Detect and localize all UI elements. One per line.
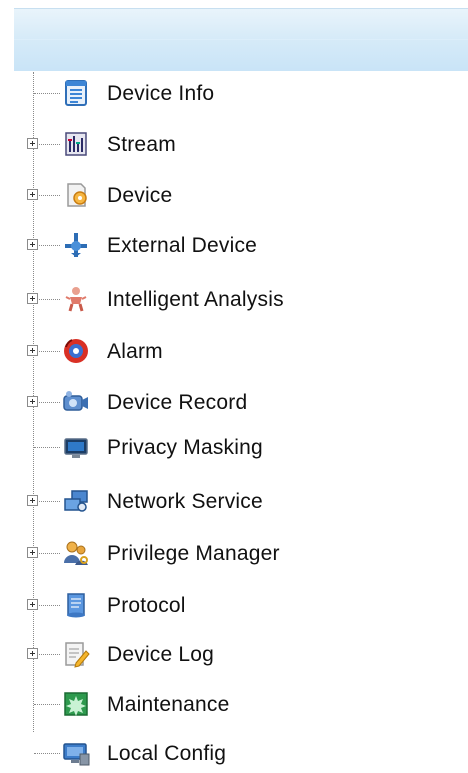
expand-icon[interactable] xyxy=(27,547,38,558)
expand-icon[interactable] xyxy=(27,599,38,610)
log-pencil-icon xyxy=(62,640,90,668)
tree-item-local-config[interactable]: Local Config xyxy=(0,733,468,773)
tree-item-stream[interactable]: Stream xyxy=(0,124,468,164)
settings-tree: Device Info Stream Device External Devic… xyxy=(0,0,468,771)
document-icon xyxy=(62,79,90,107)
tree-item-label: Device Record xyxy=(107,391,248,414)
expand-icon[interactable] xyxy=(27,293,38,304)
alarm-icon xyxy=(62,337,90,365)
stream-icon xyxy=(62,130,90,158)
tree-item-device-record[interactable]: Device Record xyxy=(0,382,468,422)
tree-branch-line xyxy=(34,447,60,448)
tree-item-label: Protocol xyxy=(107,594,186,617)
tree-item-label: Network Service xyxy=(107,490,263,513)
tree-item-label: Privilege Manager xyxy=(107,542,280,565)
users-key-icon xyxy=(62,539,90,567)
tree-item-intelligent-analysis[interactable]: Intelligent Analysis xyxy=(0,279,468,319)
expand-icon[interactable] xyxy=(27,495,38,506)
tree-item-label: Device Log xyxy=(107,643,215,666)
intelligent-analysis-icon xyxy=(62,285,90,313)
computer-icon xyxy=(62,739,90,767)
tree-item-privacy-masking[interactable]: Privacy Masking xyxy=(0,427,468,467)
expand-icon[interactable] xyxy=(27,189,38,200)
device-config-icon xyxy=(62,181,90,209)
tree-item-device-info[interactable]: Device Info xyxy=(0,73,468,113)
expand-icon[interactable] xyxy=(27,396,38,407)
tree-item-maintenance[interactable]: Maintenance xyxy=(0,684,468,724)
tree-item-external-device[interactable]: External Device xyxy=(0,225,468,265)
tree-item-label: Local Config xyxy=(107,742,227,765)
tree-item-label: Stream xyxy=(107,133,176,156)
expand-icon[interactable] xyxy=(27,138,38,149)
tree-item-label: Device xyxy=(107,184,173,207)
expand-icon[interactable] xyxy=(27,345,38,356)
tree-item-label: Privacy Masking xyxy=(107,436,263,459)
tree-branch-line xyxy=(34,704,60,705)
tree-item-label: External Device xyxy=(107,234,258,257)
tree-branch-line xyxy=(34,753,60,754)
tree-item-device-log[interactable]: Device Log xyxy=(0,634,468,674)
scroll-icon xyxy=(62,591,90,619)
expand-icon[interactable] xyxy=(27,239,38,250)
expand-icon[interactable] xyxy=(27,648,38,659)
tree-item-label: Device Info xyxy=(107,82,215,105)
tree-item-label: Intelligent Analysis xyxy=(107,288,284,311)
camera-record-icon xyxy=(62,388,90,416)
tree-branch-line xyxy=(34,93,60,94)
network-icon xyxy=(62,487,90,515)
tree-item-label: Alarm xyxy=(107,340,163,363)
tree-item-protocol[interactable]: Protocol xyxy=(0,585,468,625)
maintenance-icon xyxy=(62,690,90,718)
monitor-icon xyxy=(62,433,90,461)
tree-item-device[interactable]: Device xyxy=(0,175,468,215)
external-device-icon xyxy=(62,231,90,259)
tree-item-privilege-manager[interactable]: Privilege Manager xyxy=(0,533,468,573)
tree-item-alarm[interactable]: Alarm xyxy=(0,331,468,371)
tree-item-network-service[interactable]: Network Service xyxy=(0,481,468,521)
tree-item-label: Maintenance xyxy=(107,693,230,716)
